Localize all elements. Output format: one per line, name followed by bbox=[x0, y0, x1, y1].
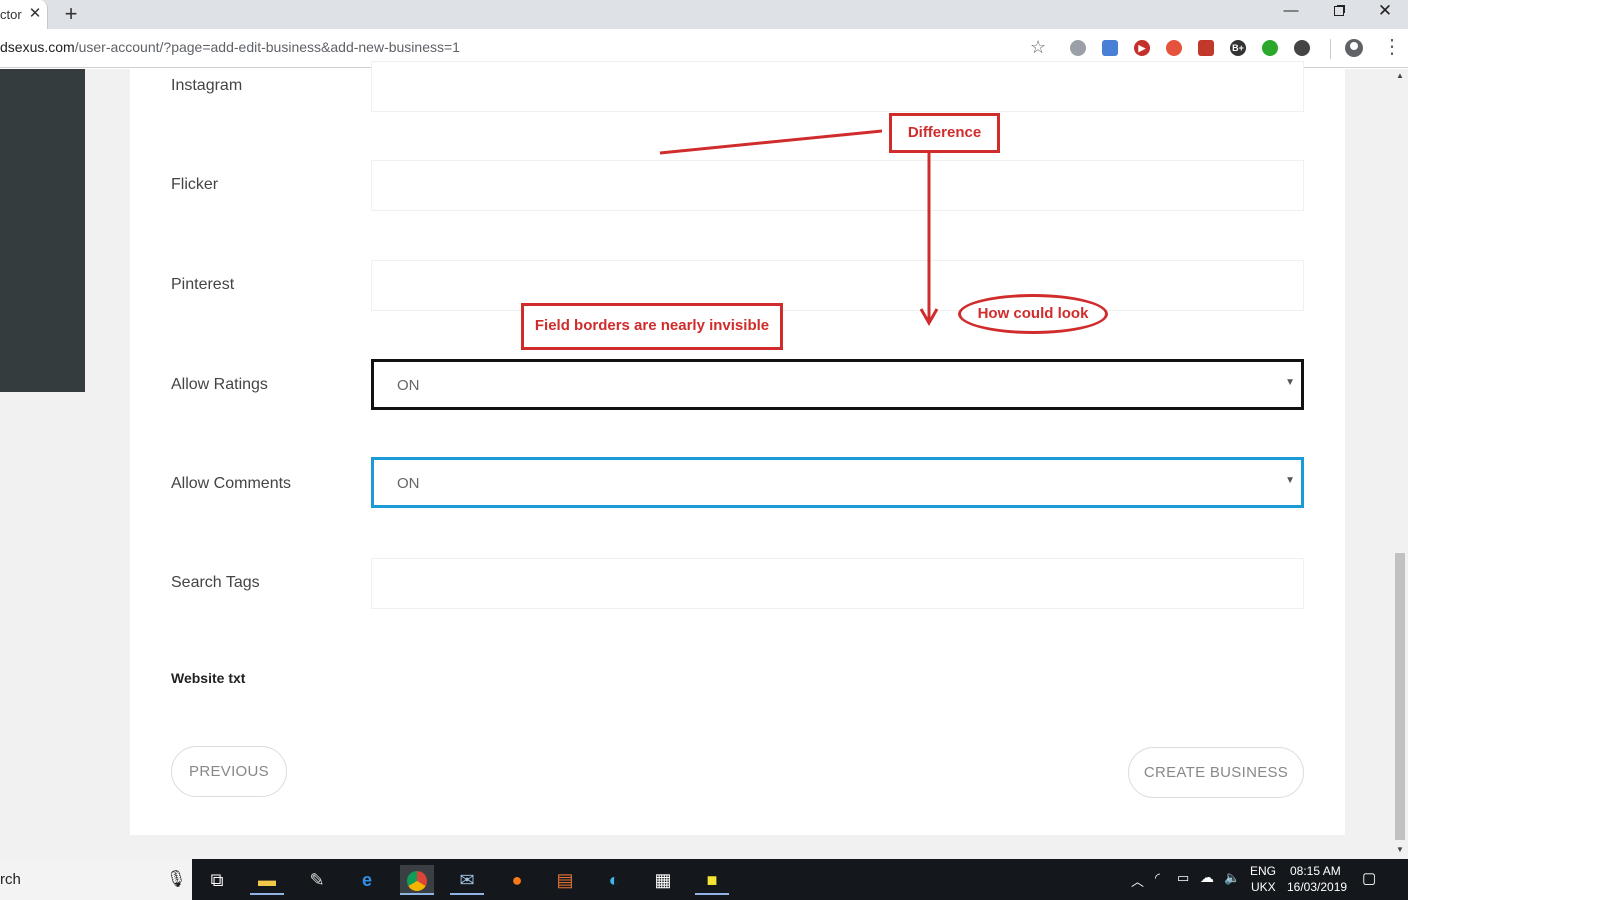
create-business-button[interactable]: CREATE BUSINESS bbox=[1128, 747, 1304, 798]
allow-ratings-select[interactable]: ON ▼ bbox=[371, 359, 1304, 410]
pinterest-label: Pinterest bbox=[171, 276, 235, 293]
scroll-down-arrow-icon[interactable]: ▼ bbox=[1396, 845, 1404, 854]
window-minimize-button[interactable]: — bbox=[1268, 0, 1314, 24]
task-view-icon[interactable]: ⧉ bbox=[200, 865, 234, 895]
allow-comments-select[interactable]: ON ▼ bbox=[371, 457, 1304, 508]
difference-annotation: Difference bbox=[889, 113, 1000, 153]
dark-sidebar-panel bbox=[0, 69, 85, 392]
shield-ext-icon[interactable] bbox=[1070, 40, 1086, 56]
sublime-icon[interactable]: ▤ bbox=[548, 865, 582, 895]
youtube-ext-icon[interactable]: ▶ bbox=[1134, 40, 1150, 56]
tray-chevron-icon[interactable]: ︿ bbox=[1131, 871, 1144, 890]
page-scrollbar[interactable]: ▲ ▼ bbox=[1392, 69, 1408, 859]
search-tags-label: Search Tags bbox=[171, 574, 260, 591]
flicker-label: Flicker bbox=[171, 176, 219, 193]
privacy-badger-ext-icon[interactable] bbox=[1166, 40, 1182, 56]
allow-comments-label: Allow Comments bbox=[171, 475, 292, 492]
file-explorer-icon[interactable]: ▬ bbox=[250, 865, 284, 895]
invisible-borders-annotation: Field borders are nearly invisible bbox=[521, 303, 783, 350]
volume-icon[interactable]: 🔈 bbox=[1224, 870, 1240, 886]
clock-time[interactable]: 08:15 AM bbox=[1290, 864, 1341, 878]
tab-title: ctor bbox=[0, 7, 22, 22]
browser-tab[interactable]: ctor ✕ bbox=[0, 0, 48, 29]
toolbar-separator bbox=[1330, 39, 1331, 59]
scroll-thumb[interactable] bbox=[1395, 553, 1405, 840]
website-txt-label: Website txt bbox=[171, 670, 246, 686]
calculator-icon[interactable]: ▦ bbox=[646, 865, 680, 895]
allow-comments-value: ON bbox=[397, 475, 420, 492]
chrome-logo-icon bbox=[407, 871, 427, 891]
instagram-label: Instagram bbox=[171, 77, 243, 94]
browser-tab-strip: ctor ✕ + — ✕ bbox=[0, 0, 1408, 29]
edge-browser-icon[interactable]: e bbox=[350, 865, 384, 895]
allow-ratings-label: Allow Ratings bbox=[171, 376, 268, 393]
sticky-notes-icon[interactable]: ■ bbox=[695, 865, 729, 895]
taskbar-search-box[interactable]: rch 🎙 bbox=[0, 859, 192, 900]
dropdown-arrow-icon: ▼ bbox=[1285, 377, 1295, 388]
new-tab-button[interactable]: + bbox=[58, 3, 84, 27]
search-tags-input[interactable] bbox=[371, 558, 1304, 609]
how-could-look-annotation: How could look bbox=[958, 294, 1108, 334]
mail-app-icon[interactable]: ✉ bbox=[450, 865, 484, 895]
previous-button[interactable]: PREVIOUS bbox=[171, 746, 287, 797]
pinterest-input[interactable] bbox=[371, 260, 1304, 311]
url-domain: dsexus.com bbox=[0, 39, 75, 55]
translate-ext-icon[interactable] bbox=[1102, 40, 1118, 56]
address-bar[interactable]: dsexus.com/user-account/?page=add-edit-b… bbox=[0, 39, 460, 55]
url-path: /user-account/?page=add-edit-business&ad… bbox=[74, 39, 460, 55]
action-center-icon[interactable]: ▢ bbox=[1362, 869, 1376, 887]
dropdown-arrow-icon: ▼ bbox=[1285, 475, 1295, 486]
flicker-input[interactable] bbox=[371, 160, 1304, 211]
menu-kebab-icon[interactable]: ⋮ bbox=[1382, 35, 1402, 59]
region-indicator[interactable]: UKX bbox=[1251, 880, 1276, 894]
profile-avatar-icon[interactable] bbox=[1345, 39, 1363, 57]
clock-date[interactable]: 16/03/2019 bbox=[1287, 880, 1347, 894]
battery-icon[interactable]: ▭ bbox=[1177, 870, 1189, 886]
screen: ctor ✕ + — ✕ dsexus.com/user-account/?pa… bbox=[0, 0, 1600, 900]
restore-icon bbox=[1334, 6, 1344, 16]
green-ext-icon[interactable] bbox=[1262, 40, 1278, 56]
bookmark-star-icon[interactable]: ☆ bbox=[1030, 37, 1046, 58]
microphone-icon[interactable]: 🎙 bbox=[166, 869, 186, 889]
taskbar-search-text: rch bbox=[0, 871, 21, 888]
allow-ratings-value: ON bbox=[397, 377, 420, 394]
wifi-icon[interactable]: ◜ bbox=[1155, 870, 1160, 886]
firefox-icon[interactable]: ● bbox=[500, 865, 534, 895]
tab-close-icon[interactable]: ✕ bbox=[26, 4, 44, 24]
windows-taskbar: rch 🎙 ⧉ ▬ ✎ e ✉ ● ▤ ◐ ▦ ■ ︿ ◜ ▭ ☁ 🔈 ENG … bbox=[0, 859, 1408, 900]
language-indicator[interactable]: ENG bbox=[1250, 864, 1276, 878]
scroll-up-arrow-icon[interactable]: ▲ bbox=[1396, 71, 1404, 80]
chrome-browser-icon[interactable] bbox=[400, 865, 434, 895]
b-plus-ext-icon[interactable]: B+ bbox=[1230, 40, 1246, 56]
paint-icon[interactable]: ✎ bbox=[300, 865, 334, 895]
filezilla-icon[interactable]: ◐ bbox=[597, 865, 631, 895]
onedrive-icon[interactable]: ☁ bbox=[1200, 869, 1214, 886]
window-close-button[interactable]: ✕ bbox=[1362, 0, 1408, 24]
instagram-input[interactable] bbox=[371, 61, 1304, 112]
dark-ext-icon[interactable] bbox=[1294, 40, 1310, 56]
ublock-ext-icon[interactable] bbox=[1198, 40, 1214, 56]
window-restore-button[interactable] bbox=[1316, 0, 1362, 24]
